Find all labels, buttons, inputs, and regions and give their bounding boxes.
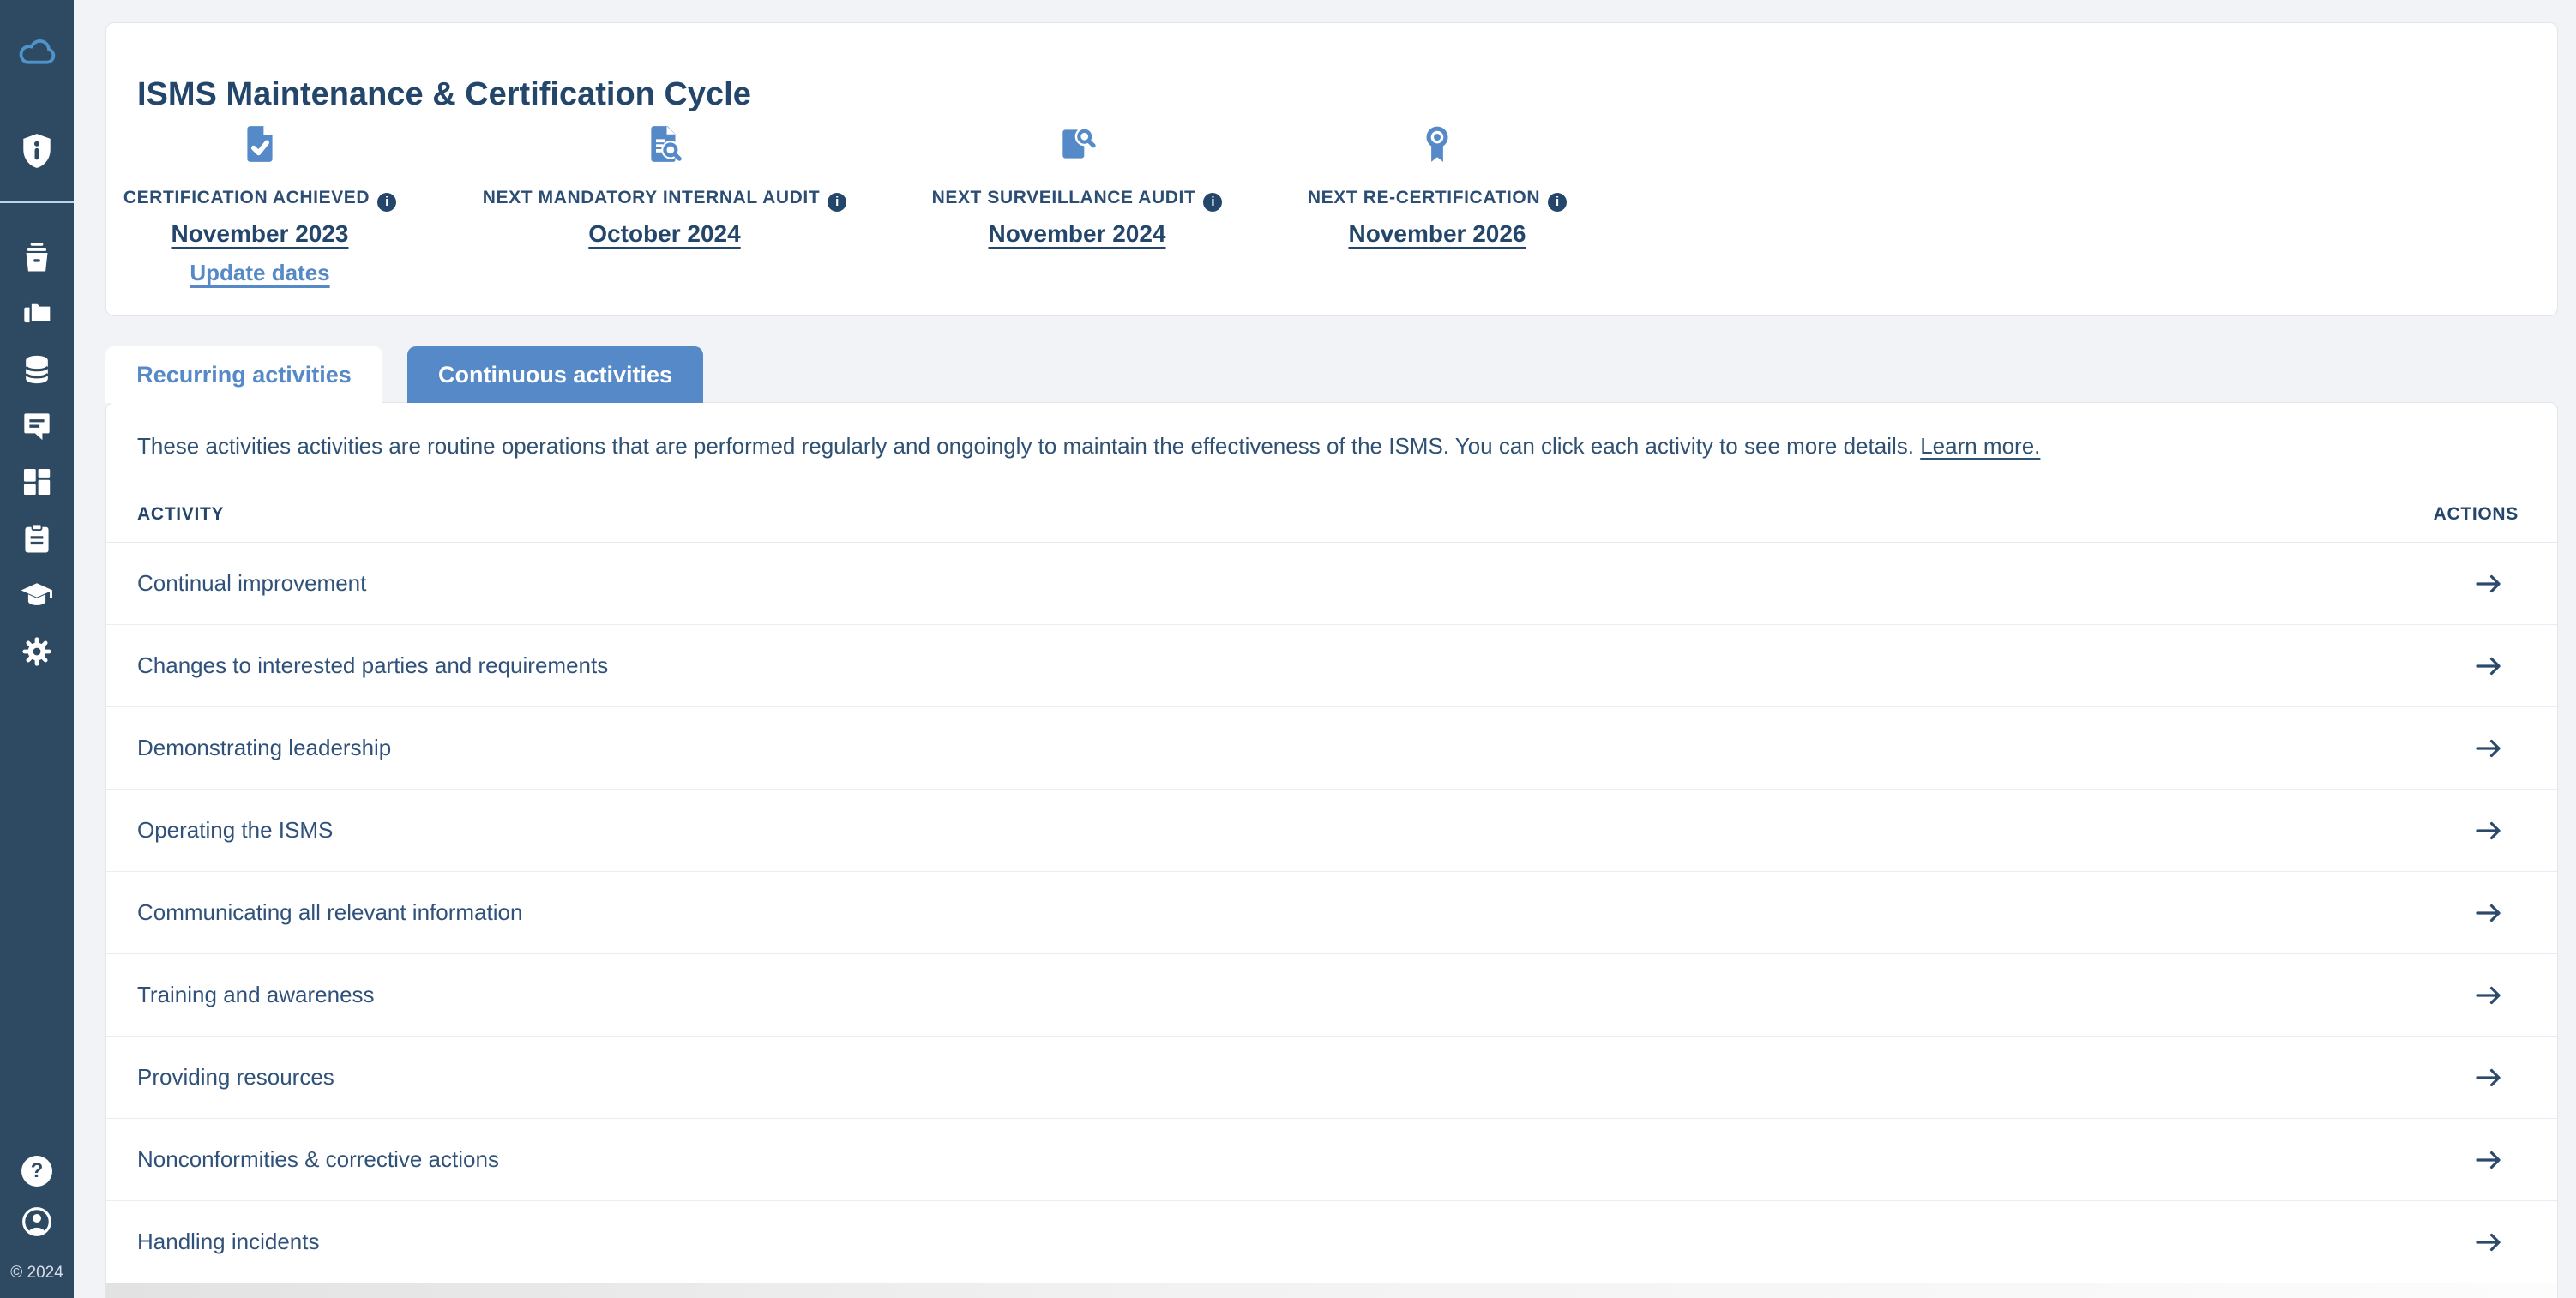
activity-row-label: Nonconformities & corrective actions bbox=[137, 1146, 499, 1173]
arrow-right-icon[interactable] bbox=[2471, 978, 2506, 1013]
table-row[interactable]: Handling incidents bbox=[106, 1201, 2557, 1283]
activity-row-label: Training and awareness bbox=[137, 982, 375, 1008]
milestone-internal-audit: NEXT MANDATORY INTERNAL AUDIT i October 2… bbox=[459, 123, 870, 248]
archive-icon[interactable] bbox=[0, 237, 74, 277]
table-row[interactable]: Nonconformities & corrective actions bbox=[106, 1119, 2557, 1201]
activity-row-label: Communicating all relevant information bbox=[137, 899, 522, 926]
arrow-right-icon[interactable] bbox=[2471, 1225, 2506, 1259]
info-icon[interactable]: i bbox=[1548, 193, 1567, 212]
activity-row-label: Demonstrating leadership bbox=[137, 735, 391, 761]
file-search-icon bbox=[871, 123, 1283, 167]
milestone-date[interactable]: November 2023 bbox=[54, 220, 466, 248]
sidebar-divider bbox=[0, 201, 74, 203]
cloud-logo[interactable] bbox=[0, 31, 74, 72]
table-row[interactable]: Demonstrating leadership bbox=[106, 707, 2557, 790]
table-row[interactable]: Communicating all relevant information bbox=[106, 872, 2557, 954]
milestone-recertification: NEXT RE-CERTIFICATION i November 2026 bbox=[1231, 123, 1643, 248]
arrow-right-icon[interactable] bbox=[2471, 649, 2506, 683]
graduation-cap-icon[interactable] bbox=[0, 575, 74, 615]
dashboard-icon[interactable] bbox=[0, 462, 74, 502]
milestone-date[interactable]: November 2026 bbox=[1231, 220, 1643, 248]
table-row[interactable]: Training and awareness bbox=[106, 954, 2557, 1037]
bottom-scroll-fade bbox=[106, 1283, 2557, 1298]
milestone-label: NEXT SURVEILLANCE AUDIT bbox=[932, 188, 1196, 208]
milestone-label: CERTIFICATION ACHIEVED bbox=[123, 188, 370, 208]
activity-row-label: Providing resources bbox=[137, 1064, 334, 1091]
table-row[interactable]: Operating the ISMS bbox=[106, 790, 2557, 872]
activity-row-label: Continual improvement bbox=[137, 570, 366, 597]
milestone-label: NEXT RE-CERTIFICATION bbox=[1308, 188, 1540, 208]
folders-icon[interactable] bbox=[0, 294, 74, 334]
clipboard-icon[interactable] bbox=[0, 519, 74, 558]
document-search-icon bbox=[459, 123, 870, 167]
gear-icon[interactable] bbox=[0, 632, 74, 671]
tab-recurring-activities[interactable]: Recurring activities bbox=[105, 346, 382, 403]
shield-info-icon[interactable] bbox=[0, 130, 74, 171]
actions-column-header: ACTIONS bbox=[2434, 504, 2519, 525]
copyright: © 2024 bbox=[0, 1264, 74, 1283]
document-check-icon bbox=[54, 123, 466, 167]
milestone-label: NEXT MANDATORY INTERNAL AUDIT bbox=[483, 188, 820, 208]
certification-cycle-card: ISMS Maintenance & Certification Cycle C… bbox=[105, 22, 2558, 316]
arrow-right-icon[interactable] bbox=[2471, 814, 2506, 848]
milestone-certification-achieved: CERTIFICATION ACHIEVED i November 2023 bbox=[54, 123, 466, 248]
update-dates-link[interactable]: Update dates bbox=[190, 260, 329, 286]
arrow-right-icon[interactable] bbox=[2471, 1143, 2506, 1177]
arrow-right-icon[interactable] bbox=[2471, 567, 2506, 601]
activity-row-label: Handling incidents bbox=[137, 1229, 319, 1255]
tab-continuous-activities[interactable]: Continuous activities bbox=[407, 346, 703, 403]
description-text: These activities activities are routine … bbox=[137, 433, 1914, 459]
user-icon[interactable] bbox=[0, 1205, 74, 1239]
page-title: ISMS Maintenance & Certification Cycle bbox=[137, 76, 751, 113]
milestone-surveillance-audit: NEXT SURVEILLANCE AUDIT i November 2024 bbox=[871, 123, 1283, 248]
info-icon[interactable]: i bbox=[828, 193, 846, 212]
document-chat-icon[interactable] bbox=[0, 406, 74, 446]
learn-more-link[interactable]: Learn more. bbox=[1920, 433, 2040, 459]
activity-column-header: ACTIVITY bbox=[137, 504, 224, 525]
database-icon[interactable] bbox=[0, 350, 74, 389]
arrow-right-icon[interactable] bbox=[2471, 731, 2506, 766]
table-row[interactable]: Providing resources bbox=[106, 1037, 2557, 1119]
activities-description: These activities activities are routine … bbox=[106, 403, 2557, 458]
info-icon[interactable]: i bbox=[1203, 193, 1222, 212]
activity-row-label: Changes to interested parties and requir… bbox=[137, 652, 608, 679]
table-row[interactable]: Changes to interested parties and requir… bbox=[106, 625, 2557, 707]
arrow-right-icon[interactable] bbox=[2471, 896, 2506, 930]
table-header-row: ACTIVITY ACTIONS bbox=[106, 458, 2557, 543]
milestone-date[interactable]: October 2024 bbox=[459, 220, 870, 248]
activities-table-body: Continual improvement Changes to interes… bbox=[106, 543, 2557, 1283]
medal-icon bbox=[1231, 123, 1643, 167]
table-row[interactable]: Continual improvement bbox=[106, 543, 2557, 625]
activity-row-label: Operating the ISMS bbox=[137, 817, 333, 844]
milestone-date[interactable]: November 2024 bbox=[871, 220, 1283, 248]
main-area: ISMS Maintenance & Certification Cycle C… bbox=[74, 0, 2576, 1298]
arrow-right-icon[interactable] bbox=[2471, 1061, 2506, 1095]
help-icon[interactable]: ? bbox=[0, 1154, 74, 1188]
activities-panel: These activities activities are routine … bbox=[105, 402, 2558, 1298]
sidebar: ? © 2024 bbox=[0, 0, 74, 1298]
info-icon[interactable]: i bbox=[377, 193, 396, 212]
